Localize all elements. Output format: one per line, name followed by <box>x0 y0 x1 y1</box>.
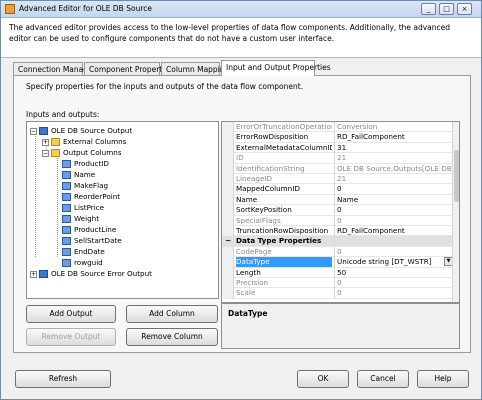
folder-icon <box>51 138 60 146</box>
collapse-icon[interactable]: − <box>30 127 37 135</box>
collapse-icon[interactable]: − <box>42 149 49 157</box>
output-icon <box>39 127 48 135</box>
help-button[interactable]: Help <box>417 370 469 388</box>
refresh-button[interactable]: Refresh <box>15 370 111 388</box>
property-row[interactable]: LineageID 21 <box>222 174 454 185</box>
column-icon <box>62 226 71 234</box>
tree-node-output-columns[interactable]: − Output Columns <box>42 147 122 158</box>
expand-icon[interactable]: + <box>42 138 49 146</box>
column-icon <box>62 171 71 179</box>
property-row[interactable]: ErrorRowDisposition RD_FailComponent <box>222 132 454 143</box>
minimize-button[interactable]: _ <box>421 3 436 15</box>
tree-node-column[interactable]: rowguid <box>62 257 103 268</box>
column-icon <box>62 237 71 245</box>
column-icon <box>62 259 71 267</box>
add-column-button[interactable]: Add Column <box>126 305 218 323</box>
tree-node-column[interactable]: SellStartDate <box>62 235 122 246</box>
property-row[interactable]: IdentificationString OLE DB Source.Output… <box>222 163 454 174</box>
tree-node-column[interactable]: Name <box>62 169 95 180</box>
property-category-data-type[interactable]: − Data Type Properties <box>222 236 454 247</box>
column-icon <box>62 182 71 190</box>
title-bar: Advanced Editor for OLE DB Source _ □ × <box>1 1 481 18</box>
property-row[interactable]: MappedColumnID 0 <box>222 184 454 195</box>
property-row[interactable]: SpecialFlags 0 <box>222 215 454 226</box>
editor-description: The advanced editor provides access to t… <box>1 18 481 58</box>
property-row-datatype[interactable]: DataType Unicode string [DT_WSTR] ▼ <box>222 257 454 268</box>
tree-node-column[interactable]: ProductLine <box>62 224 116 235</box>
tab-panel: Specify properties for the inputs and ou… <box>13 75 471 353</box>
property-row[interactable]: CodePage 0 <box>222 246 454 258</box>
remove-output-button[interactable]: Remove Output <box>26 328 116 346</box>
column-icon <box>62 215 71 223</box>
maximize-button[interactable]: □ <box>439 3 454 15</box>
tree-node-label: OLE DB Source Error Output <box>51 269 152 278</box>
property-row[interactable]: Scale 0 <box>222 288 454 299</box>
tree-node-column[interactable]: EndDate <box>62 246 105 257</box>
property-row[interactable]: TruncationRowDisposition RD_FailComponent <box>222 226 454 237</box>
remove-column-button[interactable]: Remove Column <box>126 328 218 346</box>
column-icon <box>62 204 71 212</box>
tree-node-label: Output Columns <box>63 148 122 157</box>
property-row[interactable]: Precision 0 <box>222 278 454 289</box>
tree-node-output[interactable]: − OLE DB Source Output <box>30 125 132 136</box>
app-icon <box>5 4 15 14</box>
error-output-icon <box>39 270 48 278</box>
tab-component-properties[interactable]: Component Properties <box>84 62 173 76</box>
datatype-select[interactable]: Unicode string [DT_WSTR] <box>334 257 452 268</box>
tree-node-error-output[interactable]: + OLE DB Source Error Output <box>30 268 152 279</box>
column-icon <box>62 248 71 256</box>
folder-icon <box>51 149 60 157</box>
property-row[interactable]: ErrorOrTruncationOperation Conversion <box>222 122 454 133</box>
tab-column-mappings[interactable]: Column Mappings <box>161 62 233 76</box>
tree-node-column[interactable]: ReorderPoint <box>62 191 120 202</box>
scrollbar-thumb[interactable] <box>454 150 459 202</box>
tab-input-output-properties[interactable]: Input and Output Properties <box>221 60 331 76</box>
tree-node-column[interactable]: ListPrice <box>62 202 104 213</box>
inputs-outputs-tree[interactable]: − OLE DB Source Output + External Columns … <box>26 121 219 299</box>
close-button[interactable]: × <box>457 3 472 15</box>
tree-node-label: External Columns <box>63 137 127 146</box>
property-row[interactable]: SortKeyPosition 0 <box>222 205 454 216</box>
tree-node-column[interactable]: ProductID <box>62 158 109 169</box>
cancel-button[interactable]: Cancel <box>357 370 409 388</box>
ok-button[interactable]: OK <box>297 370 349 388</box>
property-description-title: DataType <box>228 309 268 318</box>
inputs-outputs-label: Inputs and outputs: <box>26 110 100 119</box>
column-icon <box>62 160 71 168</box>
tree-node-external-columns[interactable]: + External Columns <box>42 136 126 147</box>
add-output-button[interactable]: Add Output <box>26 305 116 323</box>
tree-node-column[interactable]: MakeFlag <box>62 180 108 191</box>
tree-node-label: OLE DB Source Output <box>51 126 133 135</box>
property-description-box: DataType <box>221 303 460 349</box>
expand-icon[interactable]: + <box>30 270 37 278</box>
tree-node-column[interactable]: Weight <box>62 213 99 224</box>
property-grid[interactable]: ErrorOrTruncationOperation Conversion Err… <box>221 121 460 303</box>
advanced-editor-dialog: Advanced Editor for OLE DB Source _ □ × … <box>0 0 482 400</box>
window-title: Advanced Editor for OLE DB Source <box>19 4 152 13</box>
property-grid-scrollbar[interactable] <box>452 122 459 302</box>
property-row[interactable]: ExternalMetadataColumnID 31 <box>222 142 454 154</box>
property-row[interactable]: ID 21 <box>222 153 454 164</box>
collapse-icon[interactable]: − <box>222 236 234 247</box>
panel-description: Specify properties for the inputs and ou… <box>26 82 304 91</box>
property-row[interactable]: Length 50 <box>222 267 454 278</box>
tab-connection-managers[interactable]: Connection Managers <box>13 62 100 76</box>
property-row[interactable]: Name Name <box>222 194 454 206</box>
column-icon <box>62 193 71 201</box>
